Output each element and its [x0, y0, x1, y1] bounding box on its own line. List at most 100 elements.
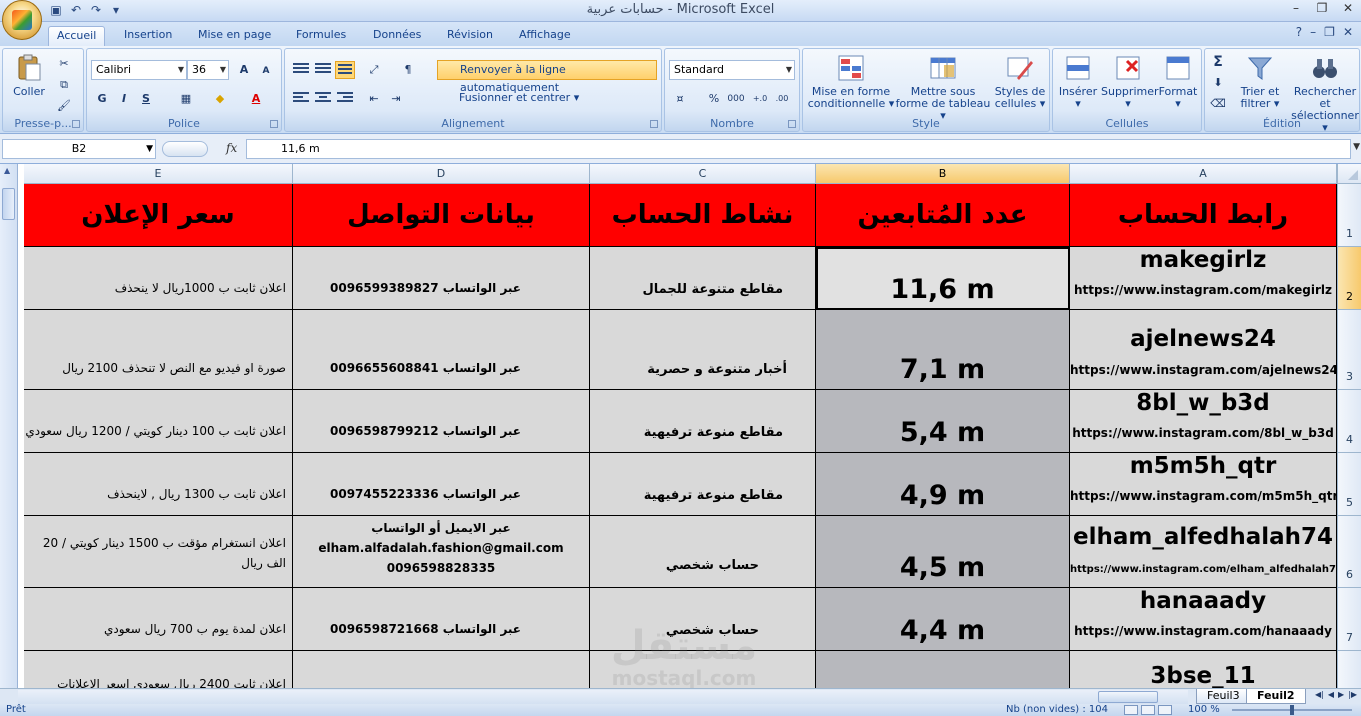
- formula-bar-splitter[interactable]: [162, 141, 208, 157]
- tab-formulas[interactable]: Formules: [288, 26, 354, 46]
- tab-view[interactable]: Affichage: [511, 26, 579, 46]
- row-header-7[interactable]: 7: [1337, 588, 1361, 651]
- ribbon-close-icon[interactable]: ✕: [1343, 25, 1353, 39]
- vertical-scrollbar[interactable]: ▲: [0, 164, 18, 688]
- decrease-indent-icon[interactable]: ⇤: [365, 90, 383, 108]
- activity-cell[interactable]: مقاطع منوعة ترفيهية: [590, 390, 816, 453]
- delete-cells-button[interactable]: Supprimer ▾: [1101, 53, 1159, 110]
- row-header-2[interactable]: 2: [1337, 247, 1361, 310]
- row-header-8[interactable]: [1337, 651, 1361, 688]
- column-header-b[interactable]: B: [816, 164, 1070, 184]
- vertical-scroll-thumb[interactable]: [2, 188, 15, 220]
- followers-cell[interactable]: 4,5 m: [816, 516, 1070, 588]
- price-cell[interactable]: صورة او فيديو مع النص لا تنحذف 2100 ريال: [24, 310, 293, 390]
- header-cell-followers[interactable]: عدد المُتابعين: [816, 184, 1070, 247]
- contact-cell[interactable]: عبر الواتساب 0096655608841: [293, 310, 590, 390]
- followers-cell[interactable]: 4,4 m: [816, 588, 1070, 651]
- last-sheet-icon[interactable]: |▶: [1348, 690, 1357, 699]
- align-top-icon[interactable]: [291, 61, 311, 79]
- followers-cell[interactable]: [816, 651, 1070, 688]
- ribbon-minimize-icon[interactable]: –: [1310, 25, 1316, 39]
- price-cell[interactable]: اعلان انستغرام مؤقت ب 1500 دينار كويتي /…: [24, 516, 293, 588]
- account-link-cell[interactable]: ajelnews24 https://www.instagram.com/ajel…: [1070, 310, 1337, 390]
- followers-cell[interactable]: 5,4 m: [816, 390, 1070, 453]
- sort-filter-button[interactable]: Trier et filtrer ▾: [1235, 53, 1285, 110]
- tab-review[interactable]: Révision: [439, 26, 501, 46]
- column-header-c[interactable]: C: [590, 164, 816, 184]
- header-cell-activity[interactable]: نشاط الحساب: [590, 184, 816, 247]
- contact-cell[interactable]: عبر الواتساب 0096598799212: [293, 390, 590, 453]
- activity-cell[interactable]: مقاطع متنوعة للجمال: [590, 247, 816, 310]
- row-header-6[interactable]: 6: [1337, 516, 1361, 588]
- close-icon[interactable]: ✕: [1335, 0, 1361, 18]
- activity-cell[interactable]: مقاطع منوعة ترفيهية: [590, 453, 816, 516]
- contact-cell[interactable]: عبر الواتساب 0097455223336: [293, 453, 590, 516]
- cell-styles-button[interactable]: Styles de cellules ▾: [993, 53, 1047, 110]
- ribbon-restore-icon[interactable]: ❐: [1324, 25, 1335, 39]
- header-cell-price[interactable]: سعر الإعلان: [24, 184, 293, 247]
- tab-data[interactable]: Données: [365, 26, 429, 46]
- orientation-icon[interactable]: ⤢: [365, 61, 383, 79]
- row-header-5[interactable]: 5: [1337, 453, 1361, 516]
- conditional-format-button[interactable]: Mise en forme conditionnelle ▾: [807, 53, 895, 110]
- fill-color-icon[interactable]: ◆: [211, 90, 229, 108]
- first-sheet-icon[interactable]: ◀|: [1315, 690, 1324, 699]
- restore-icon[interactable]: ❐: [1309, 0, 1335, 18]
- contact-cell[interactable]: عبر الايميل أو الواتساب elham.alfadalah.…: [293, 516, 590, 588]
- minimize-icon[interactable]: –: [1283, 0, 1309, 18]
- align-middle-icon[interactable]: [313, 61, 333, 79]
- price-cell[interactable]: اعلان ثابت ب 1300 ريال , لاينحذف: [24, 453, 293, 516]
- zoom-slider[interactable]: [1232, 705, 1352, 715]
- align-center-icon[interactable]: [313, 90, 333, 108]
- select-all-corner[interactable]: [1337, 164, 1361, 184]
- normal-view-icon[interactable]: [1124, 705, 1138, 715]
- insert-cells-button[interactable]: Insérer ▾: [1055, 53, 1101, 110]
- account-link-cell[interactable]: elham_alfedhalah74 https://www.instagram.…: [1070, 516, 1337, 588]
- row-header-3[interactable]: 3: [1337, 310, 1361, 390]
- contact-cell[interactable]: [293, 651, 590, 688]
- font-launcher-icon[interactable]: [270, 120, 278, 128]
- zoom-slider-thumb[interactable]: [1290, 705, 1294, 715]
- header-cell-contact[interactable]: بيانات التواصل: [293, 184, 590, 247]
- paste-button[interactable]: Coller: [9, 53, 49, 98]
- tab-page-layout[interactable]: Mise en page: [190, 26, 279, 46]
- activity-cell[interactable]: حساب شخصي: [590, 516, 816, 588]
- format-cells-button[interactable]: Format ▾: [1155, 53, 1201, 110]
- followers-cell[interactable]: 11,6 m: [816, 247, 1070, 310]
- column-header-d[interactable]: D: [293, 164, 590, 184]
- bold-button[interactable]: G: [93, 90, 111, 108]
- currency-icon[interactable]: ¤: [671, 90, 689, 108]
- account-link-cell[interactable]: 3bse_11: [1070, 651, 1337, 688]
- format-painter-icon[interactable]: 🖌: [55, 97, 73, 115]
- account-link-cell[interactable]: m5m5h_qtr https://www.instagram.com/m5m5h…: [1070, 453, 1337, 516]
- font-color-icon[interactable]: A: [247, 90, 265, 108]
- align-left-icon[interactable]: [291, 90, 311, 108]
- next-sheet-icon[interactable]: ▶: [1338, 690, 1344, 699]
- activity-cell[interactable]: أخبار متنوعة و حصرية: [590, 310, 816, 390]
- price-cell[interactable]: اعلان ثابت ب 100 دينار كويتي / 1200 ريال…: [24, 390, 293, 453]
- contact-cell[interactable]: عبر الواتساب 0096598721668: [293, 588, 590, 651]
- row-header-1[interactable]: 1: [1337, 184, 1361, 247]
- sheet-tab-feuil3[interactable]: Feuil3: [1196, 689, 1251, 704]
- merge-center-button[interactable]: Fusionner et centrer ▾: [437, 89, 617, 109]
- copy-icon[interactable]: ⧉: [55, 76, 73, 94]
- contact-cell[interactable]: عبر الواتساب 0096599389827: [293, 247, 590, 310]
- tab-home[interactable]: Accueil: [48, 26, 106, 46]
- clear-icon[interactable]: ⌫: [1209, 95, 1227, 113]
- office-button[interactable]: [2, 0, 42, 40]
- expand-formula-bar-icon[interactable]: ▼: [1353, 142, 1360, 152]
- format-as-table-button[interactable]: Mettre sous forme de tableau ▾: [895, 53, 991, 122]
- followers-cell[interactable]: 7,1 m: [816, 310, 1070, 390]
- name-box[interactable]: B2 ▼: [2, 139, 156, 159]
- grow-font-button[interactable]: A: [235, 61, 253, 79]
- wrap-text-button[interactable]: Renvoyer à la ligne automatiquement: [437, 60, 657, 94]
- clipboard-launcher-icon[interactable]: [72, 120, 80, 128]
- price-cell[interactable]: اعلان ثابت 2400 ريال سعودي اسعر الاعلانا…: [24, 651, 293, 688]
- font-name-select[interactable]: Calibri ▼: [91, 60, 187, 80]
- cut-icon[interactable]: ✂: [55, 55, 73, 73]
- increase-decimal-icon[interactable]: +.0: [751, 90, 769, 108]
- prev-sheet-icon[interactable]: ◀: [1328, 690, 1334, 699]
- shrink-font-button[interactable]: A: [257, 62, 275, 80]
- formula-input[interactable]: 11,6 m: [246, 139, 1351, 159]
- price-cell[interactable]: اعلان ثابت ب 1000ريال لا ينحذف: [24, 247, 293, 310]
